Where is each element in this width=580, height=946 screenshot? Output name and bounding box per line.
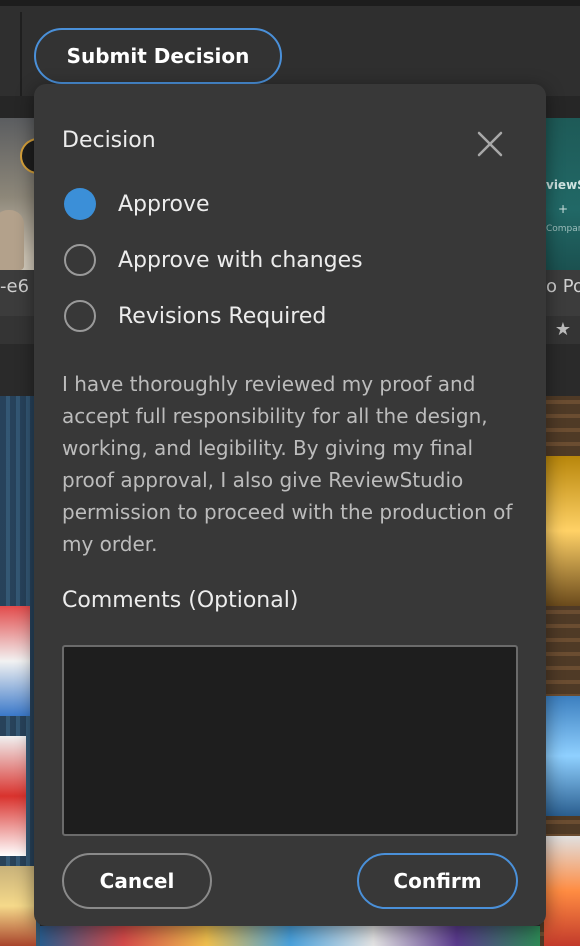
radio-approve[interactable]	[64, 188, 96, 220]
decision-dialog: Decision Approve Approve with changes Re…	[34, 84, 546, 926]
asset-rating-left	[0, 316, 36, 344]
billboard-image	[0, 736, 26, 856]
option-approve-with-changes[interactable]: Approve with changes	[64, 243, 484, 277]
option-label: Approve	[118, 191, 210, 217]
billboard-image	[546, 456, 580, 606]
asset-caption-right: o Po	[546, 270, 580, 316]
submit-decision-button[interactable]: Submit Decision	[34, 28, 282, 84]
thumbnail-image	[0, 210, 24, 270]
close-icon	[477, 131, 503, 157]
thumbnail-title: viewS	[546, 178, 580, 192]
top-toolbar: Submit Decision	[0, 0, 580, 102]
billboard-image	[540, 696, 580, 816]
approval-terms-text: I have thoroughly reviewed my proof and …	[62, 372, 513, 556]
thumbnail-subtitle: Compar	[546, 224, 580, 234]
confirm-button[interactable]: Confirm	[357, 853, 518, 909]
comments-field[interactable]	[62, 645, 518, 836]
billboard-image	[0, 606, 30, 716]
asset-caption-left: -e6	[0, 270, 36, 316]
radio-revisions-required[interactable]	[64, 300, 96, 332]
comments-label: Comments (Optional)	[62, 588, 299, 613]
cancel-button[interactable]: Cancel	[62, 853, 212, 909]
background-photo-bottom	[40, 926, 540, 946]
close-button[interactable]	[474, 128, 506, 160]
asset-thumbnail-right[interactable]: viewS + Compar	[546, 118, 580, 270]
billboard-image	[544, 836, 580, 946]
thumbnail-plus: +	[558, 202, 569, 216]
star-icon[interactable]: ★	[546, 316, 580, 344]
background-photo-right	[540, 396, 580, 946]
option-revisions-required[interactable]: Revisions Required	[64, 299, 484, 333]
billboard-image	[0, 866, 36, 946]
option-label: Revisions Required	[118, 303, 327, 329]
toolbar-divider	[20, 12, 22, 102]
dialog-title: Decision	[62, 128, 156, 153]
option-approve[interactable]: Approve	[64, 187, 484, 221]
radio-approve-with-changes[interactable]	[64, 244, 96, 276]
option-label: Approve with changes	[118, 247, 363, 273]
